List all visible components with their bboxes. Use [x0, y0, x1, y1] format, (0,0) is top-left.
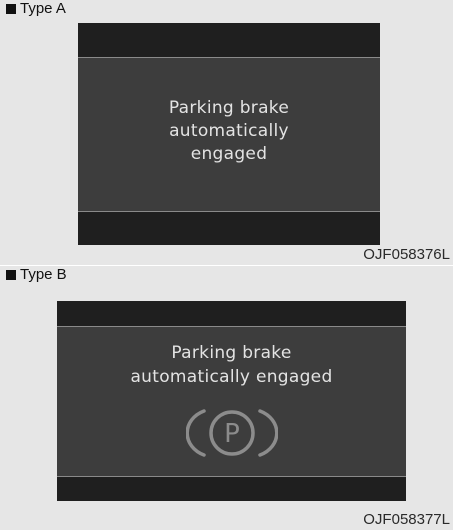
parking-letter: P	[224, 419, 240, 449]
display-top-divider	[57, 326, 406, 327]
message-line: engaged	[190, 144, 268, 164]
type-a-figure-code: OJF058376L	[363, 246, 450, 263]
page: Type A Parking brake automatically engag…	[0, 0, 453, 530]
type-b-label: Type B	[6, 266, 67, 284]
type-b-message: Parking brake automatically engaged	[57, 341, 406, 389]
display-bottom-bar	[78, 212, 380, 245]
bullet-square-icon	[6, 4, 16, 14]
message-line: Parking brake	[168, 98, 290, 118]
type-a-display-screen: Parking brake automatically engaged	[78, 23, 380, 245]
display-bottom-bar	[57, 477, 406, 501]
message-line: automatically	[169, 121, 289, 141]
type-b-panel: Type B Parking brake automatically engag…	[0, 266, 453, 530]
type-b-figure-code: OJF058377L	[363, 511, 450, 528]
type-a-message: Parking brake automatically engaged	[78, 97, 380, 166]
message-line: Parking brake	[171, 343, 292, 363]
parking-brake-icon: P	[186, 409, 278, 457]
display-top-bar	[78, 23, 380, 57]
bullet-square-icon	[6, 270, 16, 280]
type-a-panel: Type A Parking brake automatically engag…	[0, 0, 453, 265]
display-top-divider	[78, 57, 380, 58]
type-b-display-screen: Parking brake automatically engaged P	[57, 301, 406, 501]
type-b-label-text: Type B	[20, 266, 67, 283]
message-line: automatically engaged	[130, 367, 333, 387]
type-a-label-text: Type A	[20, 0, 66, 17]
display-top-bar	[57, 301, 406, 326]
type-a-label: Type A	[6, 0, 66, 18]
